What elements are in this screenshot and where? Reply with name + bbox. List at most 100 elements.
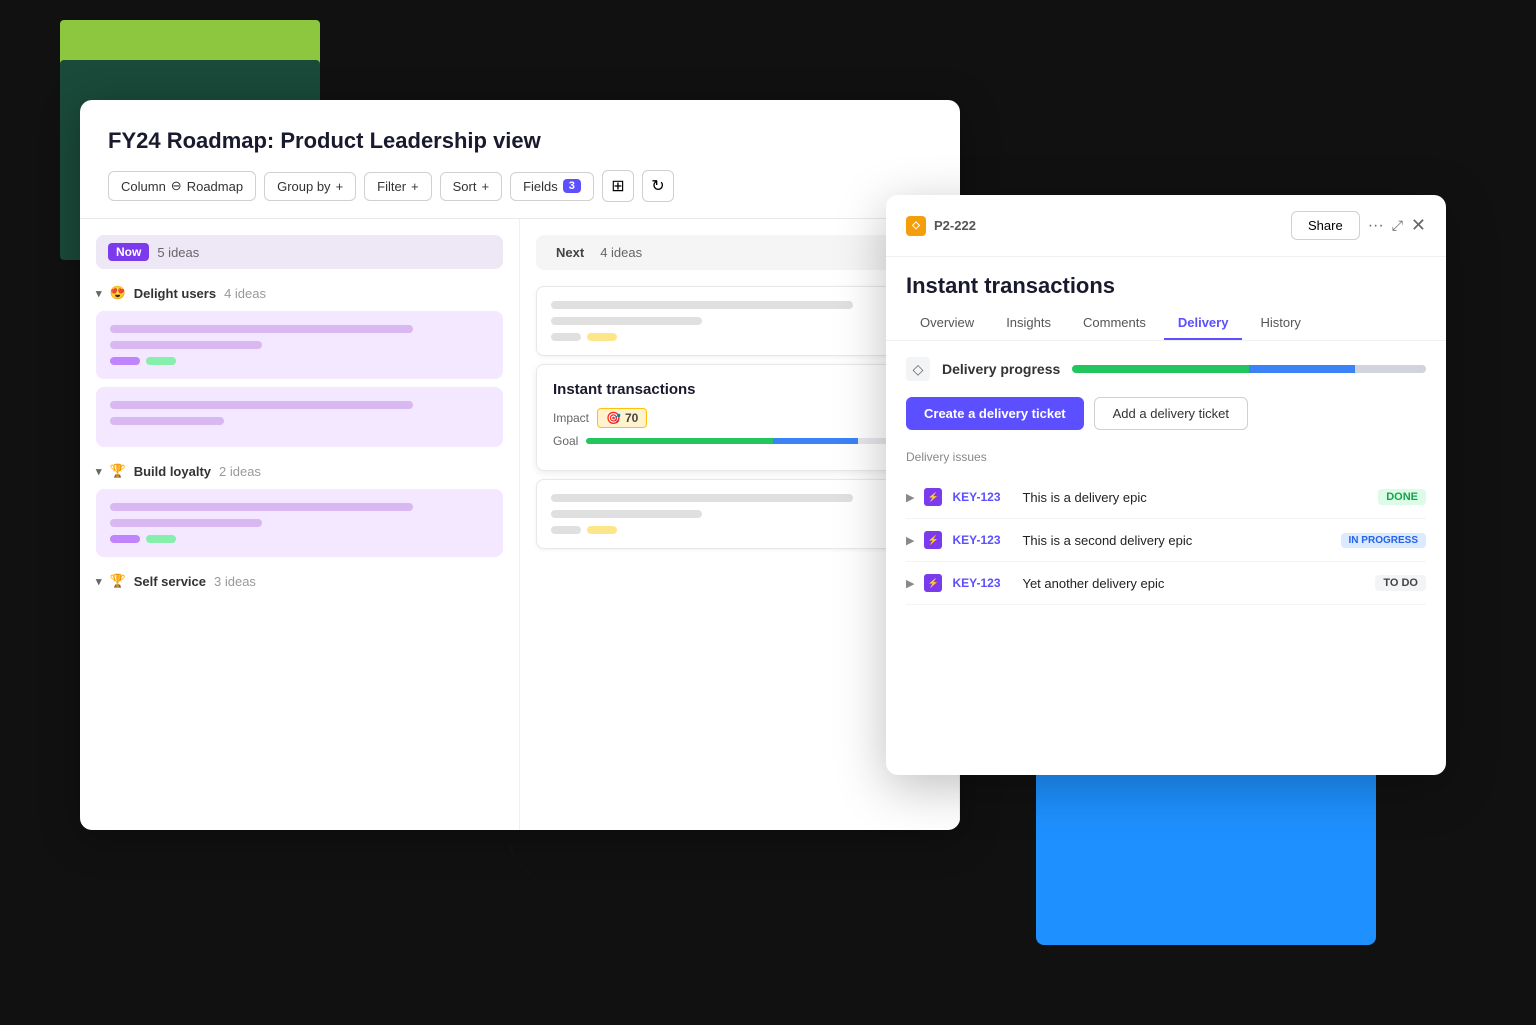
add-delivery-ticket-button[interactable]: Add a delivery ticket bbox=[1094, 397, 1248, 430]
instant-goal-row: Goal bbox=[553, 434, 926, 448]
now-tag: Now bbox=[108, 243, 149, 261]
now-count: 5 ideas bbox=[157, 245, 199, 260]
detail-tabs: Overview Insights Comments Delivery Hist… bbox=[886, 307, 1446, 341]
goal-progress-bar bbox=[586, 438, 926, 444]
toolbar: Column ⊖ Roadmap Group by + Filter + Sor… bbox=[108, 170, 932, 202]
next-card-2 bbox=[536, 479, 943, 549]
sort-button[interactable]: Sort + bbox=[440, 172, 502, 201]
build-loyalty-label: Build loyalty bbox=[134, 464, 211, 479]
impact-emoji: 🎯 bbox=[606, 411, 621, 425]
layout-icon-button[interactable]: ⊞ bbox=[602, 170, 634, 202]
share-button[interactable]: Share bbox=[1291, 211, 1360, 240]
column-value: Roadmap bbox=[187, 179, 243, 194]
delight-users-chevron[interactable]: ▾ bbox=[96, 287, 102, 300]
now-column: Now 5 ideas ▾ 😍 Delight users 4 ideas bbox=[80, 219, 520, 830]
issue-expand-2[interactable]: ▶ bbox=[906, 577, 914, 590]
delivery-diamond-icon: ◇ bbox=[906, 357, 930, 381]
goal-progress-blue bbox=[773, 438, 858, 444]
card-badge-1a bbox=[110, 357, 140, 365]
next-card-line-4 bbox=[551, 510, 702, 518]
self-service-emoji: 🏆 bbox=[110, 573, 126, 589]
issue-icon-0: ⚡ bbox=[924, 488, 942, 506]
refresh-icon-button[interactable]: ↻ bbox=[642, 170, 674, 202]
next-card-badges-1 bbox=[551, 333, 928, 341]
card-badges-1 bbox=[110, 357, 489, 365]
card-line-5 bbox=[110, 503, 413, 511]
column-button[interactable]: Column ⊖ Roadmap bbox=[108, 171, 256, 201]
board-content: Now 5 ideas ▾ 😍 Delight users 4 ideas bbox=[80, 219, 960, 830]
fields-label: Fields bbox=[523, 179, 558, 194]
card-line-2 bbox=[110, 341, 262, 349]
card-line-1 bbox=[110, 325, 413, 333]
impact-badge: 🎯 70 bbox=[597, 408, 647, 428]
instant-impact-row: Impact 🎯 70 bbox=[553, 408, 926, 428]
group-by-label: Group by bbox=[277, 179, 330, 194]
close-icon[interactable]: ✕ bbox=[1411, 215, 1426, 236]
detail-panel: ◇ P2-222 Share ··· ⤢ ✕ Instant transacti… bbox=[886, 195, 1446, 775]
group-by-button[interactable]: Group by + bbox=[264, 172, 356, 201]
tab-insights[interactable]: Insights bbox=[992, 307, 1065, 340]
filter-label: Filter bbox=[377, 179, 406, 194]
issue-name-2: Yet another delivery epic bbox=[1022, 576, 1365, 591]
self-service-label: Self service bbox=[134, 574, 206, 589]
detail-id: ◇ P2-222 bbox=[906, 216, 976, 236]
card-badge-2a bbox=[110, 535, 140, 543]
issue-name-1: This is a second delivery epic bbox=[1022, 533, 1330, 548]
tab-delivery[interactable]: Delivery bbox=[1164, 307, 1243, 340]
goal-progress-green bbox=[586, 438, 773, 444]
more-options-icon[interactable]: ··· bbox=[1368, 217, 1384, 235]
dp-blue-segment bbox=[1249, 365, 1355, 373]
detail-panel-header: ◇ P2-222 Share ··· ⤢ ✕ bbox=[886, 195, 1446, 257]
tab-history[interactable]: History bbox=[1246, 307, 1314, 340]
tab-comments[interactable]: Comments bbox=[1069, 307, 1160, 340]
now-column-header: Now 5 ideas bbox=[96, 235, 503, 269]
expand-icon[interactable]: ⤢ bbox=[1392, 217, 1403, 234]
issues-container: ▶ ⚡ KEY-123 This is a delivery epic DONE… bbox=[906, 476, 1426, 605]
tab-overview[interactable]: Overview bbox=[906, 307, 988, 340]
delivery-issue-row: ▶ ⚡ KEY-123 Yet another delivery epic TO… bbox=[906, 562, 1426, 605]
issue-expand-0[interactable]: ▶ bbox=[906, 491, 914, 504]
self-service-chevron[interactable]: ▾ bbox=[96, 575, 102, 588]
filter-plus-icon: + bbox=[411, 179, 419, 194]
idea-card-3 bbox=[96, 489, 503, 557]
delight-users-label: Delight users bbox=[134, 286, 216, 301]
idea-card-2 bbox=[96, 387, 503, 447]
issue-key-2: KEY-123 bbox=[952, 576, 1012, 590]
issue-status-1: IN PROGRESS bbox=[1341, 533, 1426, 548]
instant-transactions-card[interactable]: Instant transactions Impact 🎯 70 Goal bbox=[536, 364, 943, 471]
delight-users-header: ▾ 😍 Delight users 4 ideas bbox=[96, 285, 503, 301]
next-card-badges-2 bbox=[551, 526, 928, 534]
card-badges-2 bbox=[110, 535, 489, 543]
column-chevron-icon: ⊖ bbox=[171, 178, 182, 194]
self-service-group: ▾ 🏆 Self service 3 ideas bbox=[96, 573, 503, 589]
arrow-annotation bbox=[480, 825, 680, 945]
next-card-line-2 bbox=[551, 317, 702, 325]
dp-green-segment bbox=[1072, 365, 1249, 373]
self-service-count: 3 ideas bbox=[214, 574, 256, 589]
roadmap-card: FY24 Roadmap: Product Leadership view Co… bbox=[80, 100, 960, 830]
issue-expand-1[interactable]: ▶ bbox=[906, 534, 914, 547]
column-label: Column bbox=[121, 179, 166, 194]
group-by-plus-icon: + bbox=[336, 179, 344, 194]
create-delivery-ticket-button[interactable]: Create a delivery ticket bbox=[906, 397, 1084, 430]
action-buttons: Create a delivery ticket Add a delivery … bbox=[906, 397, 1426, 430]
delight-users-group: ▾ 😍 Delight users 4 ideas bbox=[96, 285, 503, 447]
filter-button[interactable]: Filter + bbox=[364, 172, 431, 201]
delivery-progress-row: ◇ Delivery progress bbox=[906, 357, 1426, 381]
build-loyalty-header: ▾ 🏆 Build loyalty 2 ideas bbox=[96, 463, 503, 479]
delight-users-emoji: 😍 bbox=[110, 285, 126, 301]
card-line-6 bbox=[110, 519, 262, 527]
impact-value: 70 bbox=[625, 411, 638, 425]
detail-actions: Share ··· ⤢ ✕ bbox=[1291, 211, 1426, 240]
next-card-1 bbox=[536, 286, 943, 356]
detail-id-text: P2-222 bbox=[934, 218, 976, 233]
detail-body: ◇ Delivery progress Create a delivery ti… bbox=[886, 341, 1446, 775]
next-badge-2a bbox=[551, 526, 581, 534]
issue-icon-2: ⚡ bbox=[924, 574, 942, 592]
fields-button[interactable]: Fields 3 bbox=[510, 172, 594, 201]
build-loyalty-chevron[interactable]: ▾ bbox=[96, 465, 102, 478]
issue-status-0: DONE bbox=[1378, 489, 1426, 505]
layout-icon: ⊞ bbox=[611, 176, 624, 196]
delight-users-count: 4 ideas bbox=[224, 286, 266, 301]
next-badge-1a bbox=[551, 333, 581, 341]
